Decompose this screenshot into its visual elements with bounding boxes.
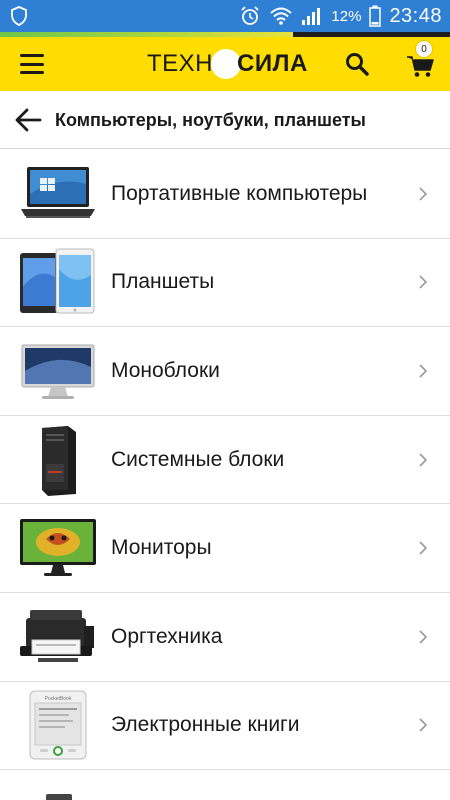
wifi-icon	[269, 6, 293, 26]
ebook-brand-text: PocketBook	[45, 696, 72, 702]
category-item-office-equipment[interactable]: Оргтехника	[0, 592, 450, 682]
chevron-right-icon	[419, 364, 428, 378]
printer-thumbnail	[18, 601, 98, 673]
chevron-right-icon	[419, 718, 428, 732]
alarm-icon	[239, 5, 261, 27]
category-header: Компьютеры, ноутбуки, планшеты	[0, 91, 450, 149]
chevron-right-icon	[419, 453, 428, 467]
next-item-thumbnail	[18, 788, 98, 800]
shield-icon	[10, 6, 28, 26]
search-icon[interactable]	[344, 51, 370, 77]
battery-percent: 12%	[331, 7, 362, 25]
tablets-thumbnail	[18, 246, 98, 318]
signal-icon	[301, 6, 323, 26]
ebook-thumbnail: PocketBook	[18, 689, 98, 761]
category-label: Оргтехника	[111, 624, 223, 648]
clock: 23:48	[389, 4, 442, 27]
category-label: Планшеты	[111, 270, 215, 294]
chevron-right-icon	[419, 630, 428, 644]
logo-text-part1: ТЕХН	[147, 50, 214, 77]
chevron-right-icon	[419, 187, 428, 201]
logo-text-part2: СИЛА	[237, 50, 308, 77]
battery-icon	[369, 5, 382, 27]
chevron-right-icon	[419, 275, 428, 289]
category-item-all-in-one[interactable]: Моноблоки	[0, 327, 450, 416]
back-arrow-icon[interactable]	[14, 107, 42, 133]
category-label: Электронные книги	[111, 713, 300, 737]
category-item-monitors[interactable]: Мониторы	[0, 504, 450, 593]
menu-bar-1	[20, 54, 44, 57]
menu-bar-3	[20, 71, 44, 74]
technosila-logo[interactable]: ТЕХН СИЛА	[147, 47, 308, 81]
status-bar: 12% 23:48	[0, 0, 450, 32]
category-label: Системные блоки	[111, 447, 285, 471]
laptop-thumbnail	[18, 158, 98, 230]
cart-count-badge: 0	[415, 40, 433, 58]
category-item-tablets[interactable]: Планшеты	[0, 238, 450, 328]
category-item-ebooks[interactable]: PocketBook Электронные книги	[0, 681, 450, 771]
category-item-pc-towers[interactable]: Системные блоки	[0, 415, 450, 505]
category-item-next-partial[interactable]	[0, 770, 450, 800]
chevron-right-icon	[419, 541, 428, 555]
menu-bar-2	[20, 62, 44, 66]
app-header: ТЕХН СИЛА 0	[0, 37, 450, 91]
pc-tower-thumbnail	[18, 424, 98, 496]
category-list: Портативные компьютеры Планшеты Моноблок…	[0, 150, 450, 800]
category-label: Портативные компьютеры	[111, 181, 368, 205]
monitor-thumbnail	[18, 512, 98, 584]
category-label: Моноблоки	[111, 358, 220, 382]
all-in-one-thumbnail	[18, 335, 98, 407]
category-label: Мониторы	[111, 536, 212, 560]
page-title: Компьютеры, ноутбуки, планшеты	[55, 110, 366, 130]
menu-button[interactable]	[18, 52, 46, 76]
category-item-laptops[interactable]: Портативные компьютеры	[0, 150, 450, 239]
